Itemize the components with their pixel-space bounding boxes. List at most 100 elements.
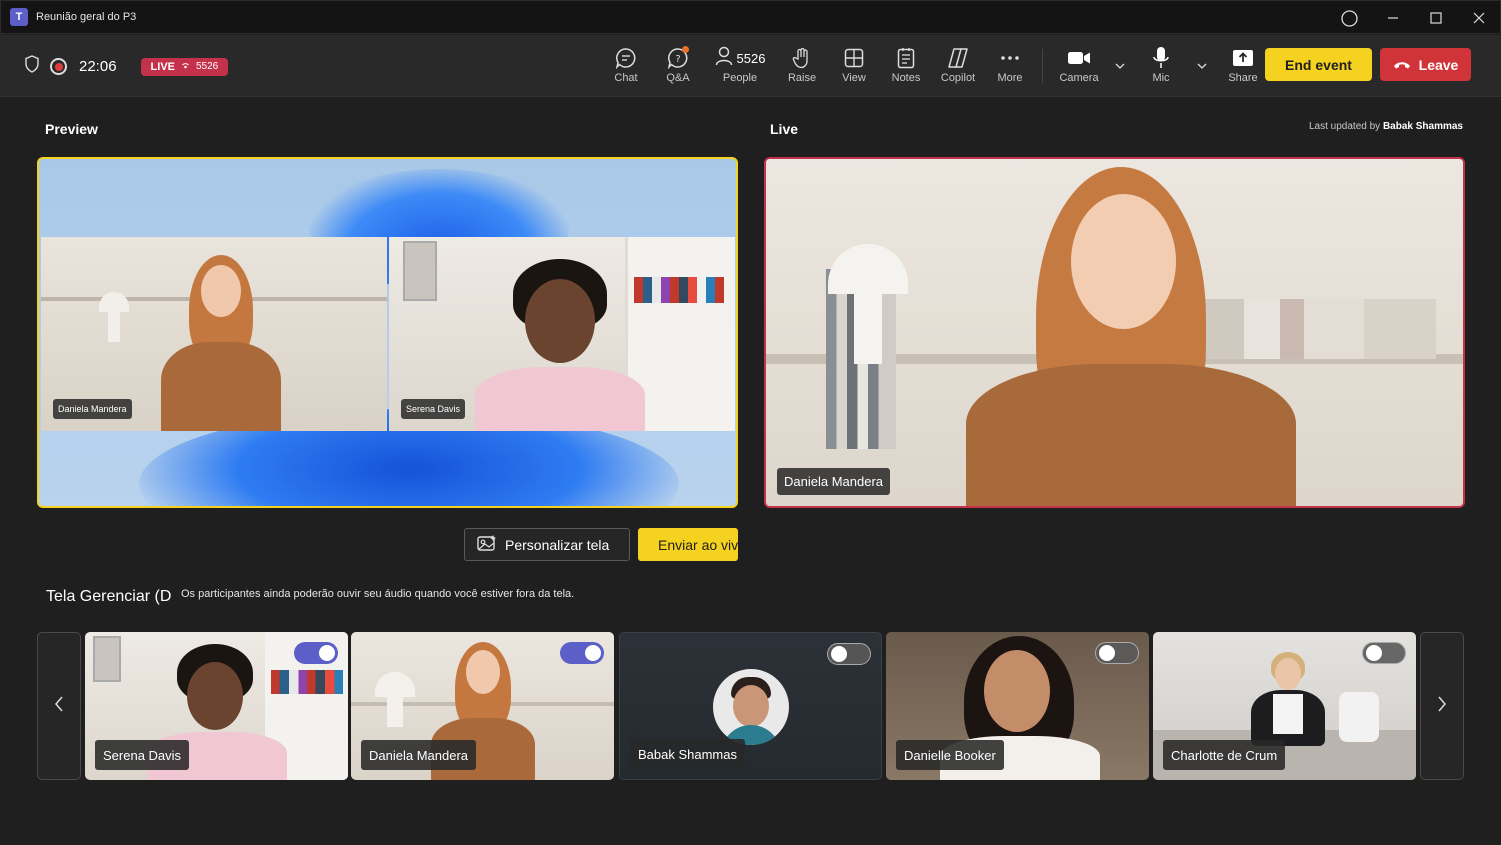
svg-text:?: ?	[675, 54, 680, 65]
screen-toggle[interactable]	[1362, 642, 1406, 664]
last-updated-by: Babak Shammas	[1382, 121, 1463, 132]
customize-label: Personalizar tela	[505, 536, 610, 553]
notification-dot	[682, 46, 689, 53]
view-label: View	[842, 72, 866, 84]
title-bar: T Reunião geral do P3	[0, 0, 1501, 34]
lamp-stand	[108, 312, 120, 342]
close-icon[interactable]	[1457, 1, 1500, 35]
screen-toggle[interactable]	[560, 642, 604, 664]
toggle-knob	[1099, 645, 1115, 661]
notes-button[interactable]: Notes	[880, 45, 932, 87]
screen-toggle[interactable]	[294, 642, 338, 664]
toggle-knob	[1366, 645, 1382, 661]
send-live-button[interactable]: Enviar ao vivo	[638, 528, 738, 561]
live-label: LIVE	[150, 60, 175, 73]
mic-button[interactable]: Mic	[1131, 45, 1191, 87]
copilot-button[interactable]: Copilot	[932, 45, 984, 87]
leave-button[interactable]: Leave	[1380, 48, 1471, 81]
person-face	[984, 650, 1050, 732]
camera-label: Camera	[1059, 72, 1099, 84]
toolbar-divider	[1042, 49, 1043, 83]
notes-label: Notes	[891, 72, 921, 84]
avatar	[713, 669, 789, 745]
copilot-label: Copilot	[940, 72, 976, 84]
notes-icon	[897, 45, 915, 71]
lamp	[375, 672, 415, 697]
toggle-knob	[831, 646, 847, 662]
more-button[interactable]: More	[984, 45, 1036, 87]
end-event-button[interactable]: End event	[1265, 48, 1372, 81]
person-face	[733, 685, 769, 727]
participant-name: Daniela Mandera	[361, 740, 477, 770]
person-torso	[475, 367, 645, 431]
toggle-knob	[585, 645, 601, 661]
books	[271, 670, 343, 694]
view-button[interactable]: View	[828, 45, 880, 87]
raise-hand-button[interactable]: Raise	[776, 45, 828, 87]
minimize-icon[interactable]	[1371, 1, 1414, 35]
recording-icon	[50, 58, 67, 75]
leave-label: Leave	[1418, 56, 1459, 73]
books	[634, 277, 724, 303]
maximize-icon[interactable]	[1414, 1, 1457, 35]
live-label-heading: Live	[770, 121, 799, 137]
preview-stage[interactable]: Daniela Mandera Serena Davis	[37, 157, 738, 508]
person-face	[1275, 658, 1301, 690]
chat-label: Chat	[614, 72, 638, 84]
copilot-icon	[946, 45, 970, 71]
people-button[interactable]: 5526 People	[704, 45, 776, 87]
manage-screen-note: Os participantes ainda poderão ouvir seu…	[181, 588, 575, 600]
lamp-stand	[854, 294, 882, 364]
more-label: More	[997, 72, 1023, 84]
next-button[interactable]	[1420, 632, 1464, 780]
broadcast-icon	[180, 61, 191, 73]
mic-icon	[1152, 45, 1170, 71]
participant-tile[interactable]: Danielle Booker	[886, 632, 1149, 780]
screen-toggle[interactable]	[1095, 642, 1139, 664]
participant-name: Charlotte de Crum	[1163, 740, 1286, 770]
participant-name: Babak Shammas	[630, 739, 745, 769]
share-button[interactable]: Share	[1213, 45, 1273, 87]
screen-toggle[interactable]	[827, 643, 871, 665]
window-controls	[1328, 1, 1500, 35]
camera-options-chevron-icon[interactable]	[1109, 45, 1131, 87]
more-icon	[1000, 45, 1020, 71]
books	[1196, 299, 1436, 359]
participant-tile[interactable]: Charlotte de Crum	[1153, 632, 1416, 780]
mic-options-chevron-icon[interactable]	[1191, 45, 1213, 87]
camera-button[interactable]: Camera	[1049, 45, 1109, 87]
person-torso	[966, 364, 1296, 506]
meeting-timer: 22:06	[79, 58, 117, 75]
meeting-toolbar: 22:06 LIVE 5526 Chat ? Q&A 5526 People R…	[0, 35, 1501, 97]
manage-screen-title: Tela Gerenciar (D	[46, 588, 172, 605]
shield-icon[interactable]	[24, 55, 40, 78]
poster	[93, 636, 121, 682]
preview-tile-daniela: Daniela Mandera	[41, 237, 387, 431]
person-face	[201, 265, 241, 317]
chair	[1339, 692, 1379, 742]
grid-view-icon	[844, 45, 864, 71]
previous-button[interactable]	[37, 632, 81, 780]
live-viewer-count: 5526	[196, 61, 219, 72]
participant-tile[interactable]: Serena Davis	[85, 632, 348, 780]
qa-button[interactable]: ? Q&A	[652, 45, 704, 87]
preview-tile-serena: Serena Davis	[389, 237, 735, 431]
participant-tile[interactable]: Babak Shammas	[619, 632, 882, 780]
person-face	[1071, 194, 1176, 329]
customize-screen-button[interactable]: Personalizar tela	[464, 528, 630, 561]
circle-icon[interactable]	[1328, 1, 1371, 35]
person-face	[525, 279, 595, 363]
preview-label: Preview	[45, 121, 98, 137]
participant-tile[interactable]: Daniela Mandera	[351, 632, 614, 780]
raise-label: Raise	[787, 72, 817, 84]
meeting-status: 22:06 LIVE 5526	[24, 55, 229, 78]
poster	[403, 241, 437, 301]
person-face	[466, 650, 500, 694]
qa-label: Q&A	[666, 72, 690, 84]
live-speaker-name: Daniela Mandera	[777, 468, 891, 495]
person-face	[187, 662, 243, 730]
toolbar-actions: Chat ? Q&A 5526 People Raise View Notes …	[600, 45, 1273, 87]
camera-icon	[1067, 45, 1091, 71]
share-icon	[1232, 45, 1254, 71]
chat-button[interactable]: Chat	[600, 45, 652, 87]
